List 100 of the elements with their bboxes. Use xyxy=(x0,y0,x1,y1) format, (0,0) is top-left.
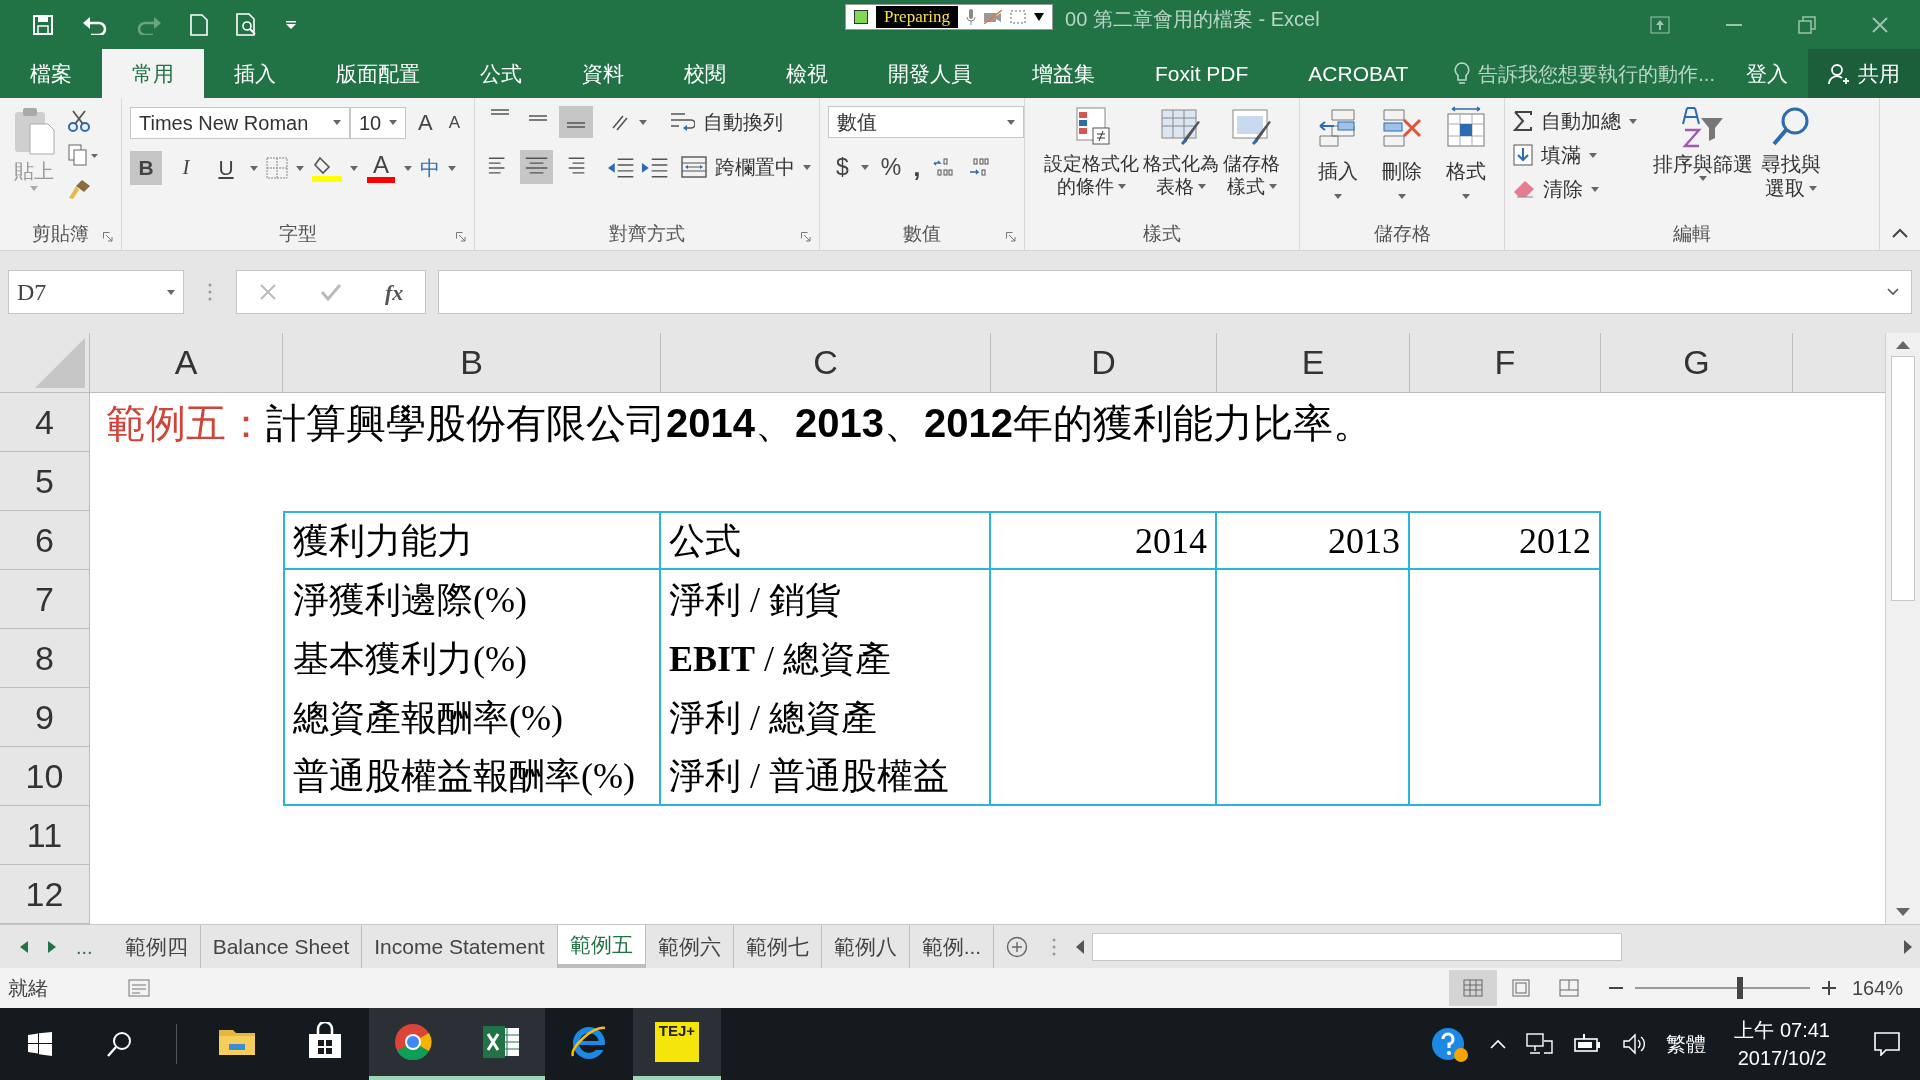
restore-icon[interactable] xyxy=(1798,15,1816,34)
camera-off-icon[interactable] xyxy=(984,10,1003,24)
scroll-right-icon[interactable] xyxy=(1904,939,1912,954)
chevron-up-icon[interactable] xyxy=(1490,1039,1507,1049)
caret-icon[interactable] xyxy=(1398,194,1406,199)
caret-icon[interactable] xyxy=(1007,119,1015,125)
fill-color-icon[interactable] xyxy=(312,154,342,182)
ribbon-tab[interactable]: 校閱 xyxy=(654,49,756,98)
font-color-button[interactable]: A xyxy=(366,153,396,183)
collapse-ribbon-icon[interactable] xyxy=(1892,228,1908,238)
view-button[interactable] xyxy=(1449,970,1497,1006)
merge-center-button[interactable]: 跨欄置中 xyxy=(681,152,811,182)
insert-function-button[interactable]: fx xyxy=(385,275,404,309)
tell-me-search[interactable]: 告訴我您想要執行的動作... xyxy=(1454,49,1715,98)
ribbon-tab[interactable]: 檔案 xyxy=(0,49,102,98)
more-sheets-button[interactable]: ... xyxy=(76,931,93,962)
battery-icon[interactable] xyxy=(1574,1034,1603,1054)
minimize-icon[interactable] xyxy=(1726,23,1742,26)
scroll-up-icon[interactable] xyxy=(1896,341,1910,349)
column-header[interactable]: A xyxy=(90,333,283,393)
wrap-text-button[interactable]: 自動換列 xyxy=(669,107,783,137)
font-name-field[interactable]: Times New Roman xyxy=(130,106,350,139)
new-document-icon[interactable] xyxy=(190,13,208,36)
row-header[interactable]: 12 xyxy=(0,865,90,924)
sort-filter-button[interactable]: 排序與篩選 xyxy=(1653,106,1753,218)
dialog-launcher-icon[interactable] xyxy=(103,232,113,242)
next-sheet-icon[interactable] xyxy=(48,940,56,953)
caret-icon[interactable] xyxy=(1629,118,1637,124)
notification-icon[interactable] xyxy=(1874,1032,1900,1056)
decrease-font-size-button[interactable]: A xyxy=(444,109,465,136)
scroll-thumb[interactable] xyxy=(1092,932,1623,961)
increase-font-size-button[interactable]: A xyxy=(414,106,437,139)
font-style-button[interactable]: I xyxy=(170,151,202,185)
sheet-tab[interactable]: 範例五 xyxy=(557,925,646,968)
caret-icon[interactable] xyxy=(1334,194,1342,199)
taskbar-app-button[interactable] xyxy=(369,1008,457,1080)
zoom-level[interactable]: 164% xyxy=(1852,973,1912,1003)
phonetic-guide-button[interactable]: 中 xyxy=(420,153,440,183)
close-icon[interactable] xyxy=(1872,16,1888,33)
cells-button[interactable]: 刪除 xyxy=(1382,106,1422,218)
styles-button[interactable]: 儲存格 樣式 xyxy=(1223,106,1280,218)
print-preview-icon[interactable] xyxy=(236,12,258,37)
input-method-button[interactable]: 繁體 xyxy=(1666,1029,1707,1059)
clear-button[interactable]: 清除 xyxy=(1513,174,1637,204)
font-size-field[interactable]: 10 xyxy=(350,106,406,139)
row-header[interactable]: 5 xyxy=(0,452,90,511)
caret-icon[interactable] xyxy=(333,120,341,125)
caret-icon[interactable] xyxy=(803,164,811,170)
ribbon-tab[interactable]: 版面配置 xyxy=(306,49,450,98)
caret-icon[interactable] xyxy=(1118,184,1126,189)
name-box[interactable]: D7 xyxy=(8,270,184,314)
undo-icon[interactable] xyxy=(82,14,108,35)
caret-icon[interactable] xyxy=(389,120,397,125)
caret-icon[interactable] xyxy=(404,165,412,171)
save-icon[interactable] xyxy=(32,13,54,36)
caret-icon[interactable] xyxy=(1268,184,1277,189)
find-select-button[interactable]: 尋找與 選取 xyxy=(1761,106,1821,218)
vertical-align-bottom-icon[interactable] xyxy=(559,106,593,138)
slider-thumb[interactable] xyxy=(1737,977,1743,999)
row-header[interactable]: 7 xyxy=(0,570,90,629)
microphone-icon[interactable] xyxy=(966,9,977,25)
vertical-scrollbar[interactable] xyxy=(1885,333,1920,924)
column-header[interactable]: G xyxy=(1601,333,1793,393)
number-format-field[interactable]: 數值 xyxy=(828,106,1024,138)
dropdown-caret-icon[interactable] xyxy=(1034,13,1045,21)
drag-handle-icon[interactable] xyxy=(208,283,212,301)
share-button[interactable]: 共用 xyxy=(1808,49,1920,98)
row-header[interactable]: 8 xyxy=(0,629,90,688)
ribbon-tab[interactable]: Foxit PDF xyxy=(1125,49,1279,98)
caret-icon[interactable] xyxy=(860,164,869,170)
ribbon-tab[interactable]: 資料 xyxy=(552,49,654,98)
caret-icon[interactable] xyxy=(1699,176,1707,181)
taskbar-app-button[interactable]: TEJ+ xyxy=(633,1008,721,1080)
caret-icon[interactable] xyxy=(1591,186,1599,192)
copy-icon[interactable] xyxy=(68,144,98,166)
expand-caret-icon[interactable] xyxy=(1887,288,1899,296)
currency-button[interactable]: $ xyxy=(836,150,849,185)
ribbon-tab[interactable]: 公式 xyxy=(450,49,552,98)
row-header[interactable]: 11 xyxy=(0,806,90,865)
ribbon-display-icon[interactable] xyxy=(1650,15,1670,34)
search-icon[interactable] xyxy=(107,1031,133,1057)
checkmark-icon[interactable] xyxy=(319,283,342,301)
column-header[interactable]: E xyxy=(1217,333,1410,393)
caret-icon[interactable] xyxy=(448,165,456,171)
styles-button[interactable]: 設定格式化 的條件 xyxy=(1044,106,1139,218)
column-header[interactable]: B xyxy=(283,333,661,393)
font-style-button[interactable]: B xyxy=(130,151,162,185)
sign-in-link[interactable]: 登入 xyxy=(1726,49,1808,98)
caret-icon[interactable] xyxy=(296,165,304,171)
column-header[interactable]: C xyxy=(661,333,991,393)
ribbon-tab[interactable]: 增益集 xyxy=(1002,49,1125,98)
row-header[interactable]: 6 xyxy=(0,511,90,570)
scroll-down-icon[interactable] xyxy=(1896,908,1910,916)
ribbon-tab[interactable]: 常用 xyxy=(102,49,204,98)
comma-style-button[interactable]: , xyxy=(913,157,921,178)
caret-icon[interactable] xyxy=(1809,185,1817,191)
row-header[interactable]: 4 xyxy=(0,393,90,452)
caret-icon[interactable] xyxy=(1462,194,1470,199)
windows-start-icon[interactable] xyxy=(28,1032,52,1056)
autosum-button[interactable]: 自動加總 xyxy=(1513,106,1637,136)
